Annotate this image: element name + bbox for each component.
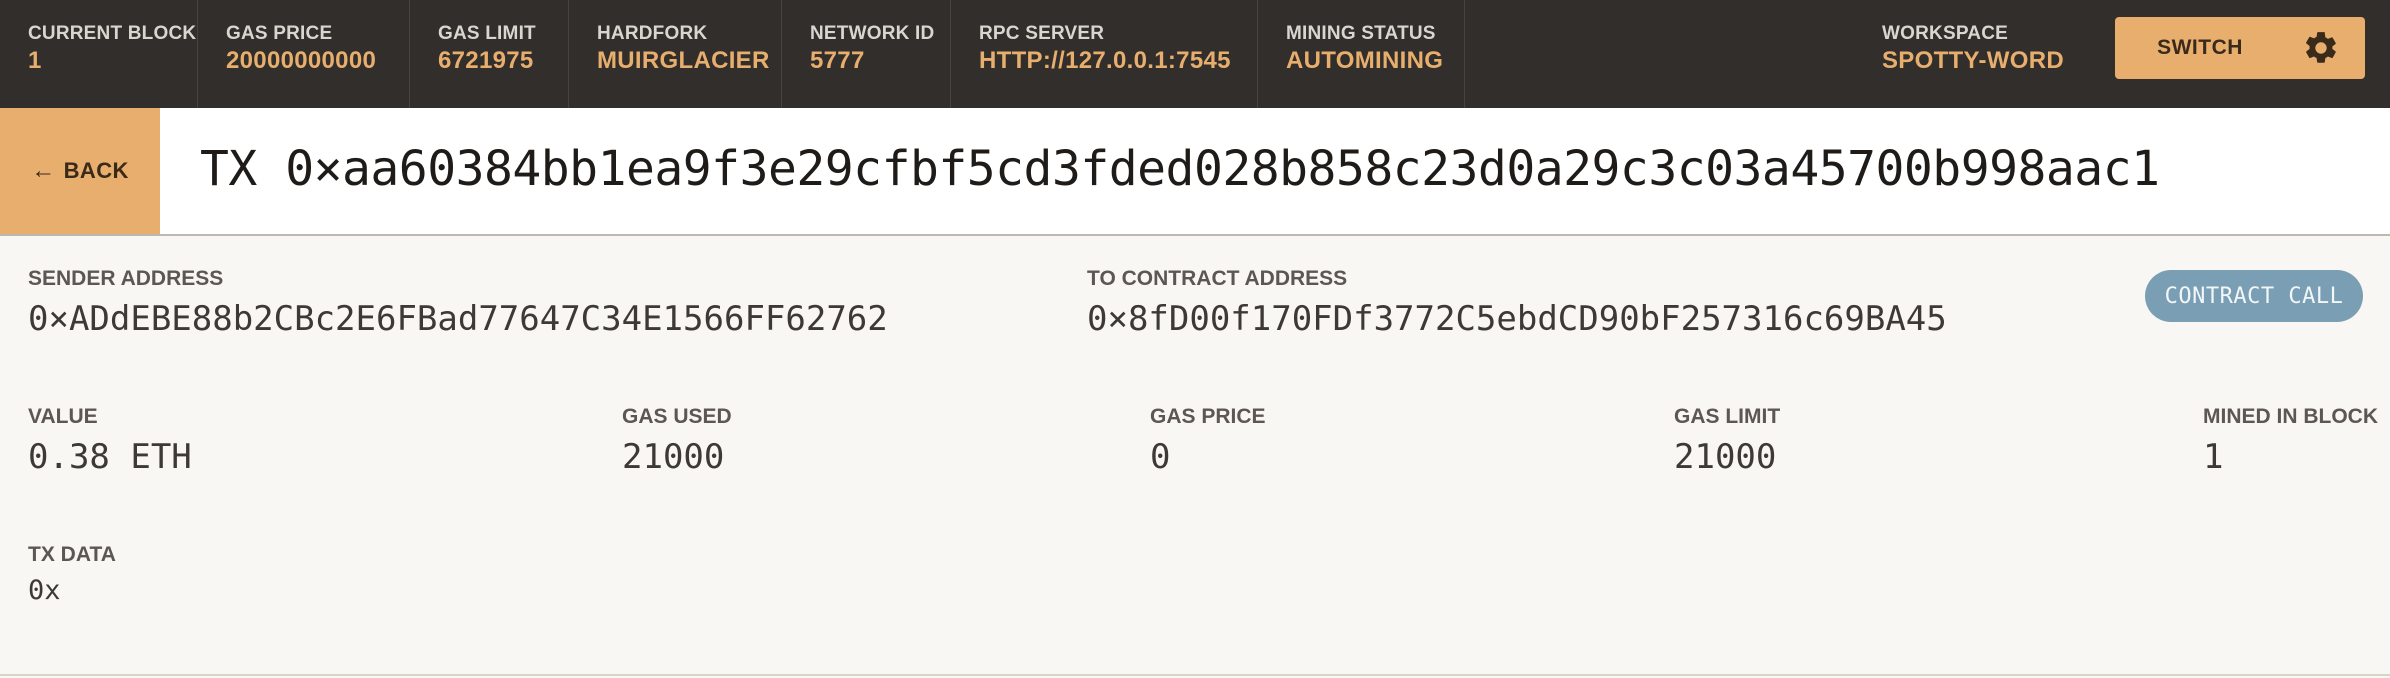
network-id-stat: NETWORK ID 5777 [782,0,951,108]
mined-in-block-label: MINED IN BLOCK [2203,405,2378,428]
tx-gas-price-label: GAS PRICE [1150,405,1266,428]
section-divider [0,674,2390,676]
tx-gas-limit-label: GAS LIMIT [1674,405,1781,428]
settings-button[interactable] [2277,17,2365,79]
workspace-stat: WORKSPACE SPOTTY-WORD [1882,0,2064,108]
switch-button[interactable]: SWITCH [2115,17,2285,79]
value-field: VALUE 0.38 ETH [28,404,192,480]
gas-used-field: GAS USED 21000 [622,404,732,480]
hardfork-value: MUIRGLACIER [597,47,770,74]
hardfork-label: HARDFORK [597,23,708,44]
mining-status-stat: MINING STATUS AUTOMINING [1258,0,1465,108]
workspace-label: WORKSPACE [1882,23,2009,44]
back-button[interactable]: ← BACK [0,108,160,234]
sender-address-label: SENDER ADDRESS [28,267,224,290]
hardfork-stat: HARDFORK MUIRGLACIER [569,0,782,108]
tx-hash-title: TX 0×aa60384bb1ea9f3e29cfbf5cd3fded028b8… [200,141,2160,197]
current-block-label: CURRENT BLOCK [28,23,197,44]
network-id-label: NETWORK ID [810,23,935,44]
mining-status-label: MINING STATUS [1286,23,1436,44]
tx-gas-limit-value: 21000 [1674,437,1777,477]
gas-limit-label: GAS LIMIT [438,23,536,44]
back-label: BACK [63,158,129,183]
sender-address-field: SENDER ADDRESS 0×ADdEBE88b2CBc2E6FBad776… [28,266,888,342]
to-contract-address-label: TO CONTRACT ADDRESS [1087,267,1348,290]
gas-price-stat: GAS PRICE 20000000000 [198,0,410,108]
gas-limit-value: 6721975 [438,47,534,74]
gas-price-value: 20000000000 [226,47,377,74]
to-contract-address-value: 0×8fD00f170FDf3772C5ebdCD90bF257316c69BA… [1087,299,1947,339]
contract-call-badge: CONTRACT CALL [2145,270,2363,322]
gas-price-label: GAS PRICE [226,23,333,44]
tx-gas-limit-field: GAS LIMIT 21000 [1674,404,1780,480]
value-label: VALUE [28,405,98,428]
gas-used-value: 21000 [622,437,725,477]
rpc-server-stat: RPC SERVER HTTP://127.0.0.1:7545 [951,0,1258,108]
tx-gas-price-field: GAS PRICE 0 [1150,404,1266,480]
tx-data-label: TX DATA [28,543,116,566]
tx-gas-price-value: 0 [1150,437,1171,477]
to-contract-address-field: TO CONTRACT ADDRESS 0×8fD00f170FDf3772C5… [1087,266,1947,342]
sender-address-value: 0×ADdEBE88b2CBc2E6FBad77647C34E1566FF627… [28,299,888,339]
current-block-value: 1 [28,47,42,74]
top-status-bar: CURRENT BLOCK 1 GAS PRICE 20000000000 GA… [0,0,2390,108]
network-id-value: 5777 [810,47,865,74]
current-block-stat: CURRENT BLOCK 1 [0,0,198,108]
tx-data-field: TX DATA 0x [28,542,116,610]
back-arrow-icon: ← [31,157,56,184]
rpc-server-label: RPC SERVER [979,23,1105,44]
gear-icon [2306,32,2336,63]
mining-status-value: AUTOMINING [1286,47,1444,74]
rpc-server-value: HTTP://127.0.0.1:7545 [979,47,1231,74]
value-value: 0.38 ETH [28,437,192,477]
gas-limit-stat: GAS LIMIT 6721975 [410,0,569,108]
gas-used-label: GAS USED [622,405,732,428]
mined-in-block-field: MINED IN BLOCK 1 [2203,404,2378,480]
workspace-value: SPOTTY-WORD [1882,47,2064,74]
tx-data-value: 0x [28,575,61,606]
transaction-header: ← BACK TX 0×aa60384bb1ea9f3e29cfbf5cd3fd… [0,108,2390,236]
mined-in-block-value: 1 [2203,437,2224,477]
